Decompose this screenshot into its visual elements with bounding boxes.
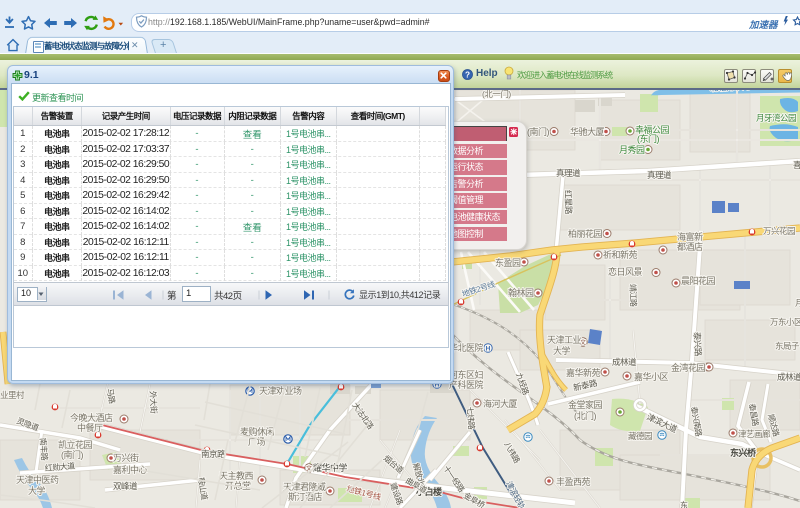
svg-text:万东小区: 万东小区 [770,317,800,327]
svg-text:东局子: 东局子 [775,341,800,351]
svg-text:(东门): (东门) [637,133,659,144]
svg-text:靖江路: 靖江路 [628,284,639,307]
svg-text:海河大厦: 海河大厦 [483,398,518,409]
svg-text:七纬路: 七纬路 [465,406,477,430]
svg-text:月: 月 [795,298,800,308]
svg-text:业里村: 业里村 [0,390,25,400]
svg-text:祈和新苑: 祈和新苑 [603,249,638,260]
svg-text:津艺画廊: 津艺画廊 [738,429,771,439]
svg-text:翰林园: 翰林园 [508,287,534,298]
svg-text:金堂家园: 金堂家园 [568,399,603,410]
svg-text:嘉利中心: 嘉利中心 [113,464,148,475]
svg-text:海富新: 海富新 [677,231,703,242]
svg-text:东盈园: 东盈园 [495,257,521,268]
svg-text:双峰道: 双峰道 [113,481,138,491]
svg-text:成林道: 成林道 [612,357,637,367]
svg-text:(南门): (南门) [527,126,549,137]
svg-text:月秀园: 月秀园 [619,144,645,155]
svg-text:东: 东 [680,500,688,508]
svg-text:月牙湾公园: 月牙湾公园 [756,113,796,123]
svg-text:喜: 喜 [793,160,800,170]
svg-text:泰兴路: 泰兴路 [692,332,703,357]
svg-text:H: H [486,346,491,353]
svg-text:中餐厅: 中餐厅 [77,422,103,433]
svg-text:南丰路: 南丰路 [38,437,50,461]
svg-text:藏德园: 藏德园 [628,431,652,441]
svg-text:外大街: 外大街 [148,391,159,414]
svg-text:南京路: 南京路 [201,449,226,459]
svg-text:真理道: 真理道 [647,170,672,180]
svg-text:(南门): (南门) [61,449,83,460]
svg-text:万兴花园: 万兴花园 [763,226,795,236]
svg-text:成林道: 成林道 [777,372,800,382]
svg-text:(北门): (北门) [574,410,596,421]
svg-text:产科医院: 产科医院 [449,379,484,390]
svg-text:天津劝业场: 天津劝业场 [259,385,302,396]
svg-text:华北医院: 华北医院 [449,342,484,353]
svg-text:恋日风景: 恋日风景 [608,266,643,277]
svg-text:柏丽花园: 柏丽花园 [568,228,603,239]
svg-text:天津工业: 天津工业 [547,335,582,345]
svg-text:(北一门): (北一门) [482,89,511,99]
svg-text:天主教西: 天主教西 [219,470,254,481]
svg-text:真理道: 真理道 [556,168,581,178]
svg-text:华驰大厦: 华驰大厦 [570,126,605,137]
svg-text:金湾花园: 金湾花园 [671,362,706,373]
svg-text:河东区妇: 河东区妇 [449,369,484,380]
svg-text:红星路: 红星路 [563,190,574,215]
svg-text:东兴桥: 东兴桥 [730,447,757,458]
svg-text:天津中医药: 天津中医药 [16,474,59,485]
svg-text:都酒店: 都酒店 [677,241,703,252]
svg-text:嘉华新苑: 嘉华新苑 [566,367,601,378]
svg-text:凯立花园: 凯立花园 [58,439,93,450]
svg-text:?: ? [465,70,470,79]
svg-text:嘉华小区: 嘉华小区 [634,371,669,382]
svg-text:大学: 大学 [553,345,571,356]
svg-text:晨阳花园: 晨阳花园 [681,275,716,286]
svg-text:大学: 大学 [28,485,46,496]
svg-text:今晚大酒店: 今晚大酒店 [70,412,113,423]
svg-text:万兴街: 万兴街 [113,452,139,463]
svg-text:丰盈西苑: 丰盈西苑 [556,476,591,487]
